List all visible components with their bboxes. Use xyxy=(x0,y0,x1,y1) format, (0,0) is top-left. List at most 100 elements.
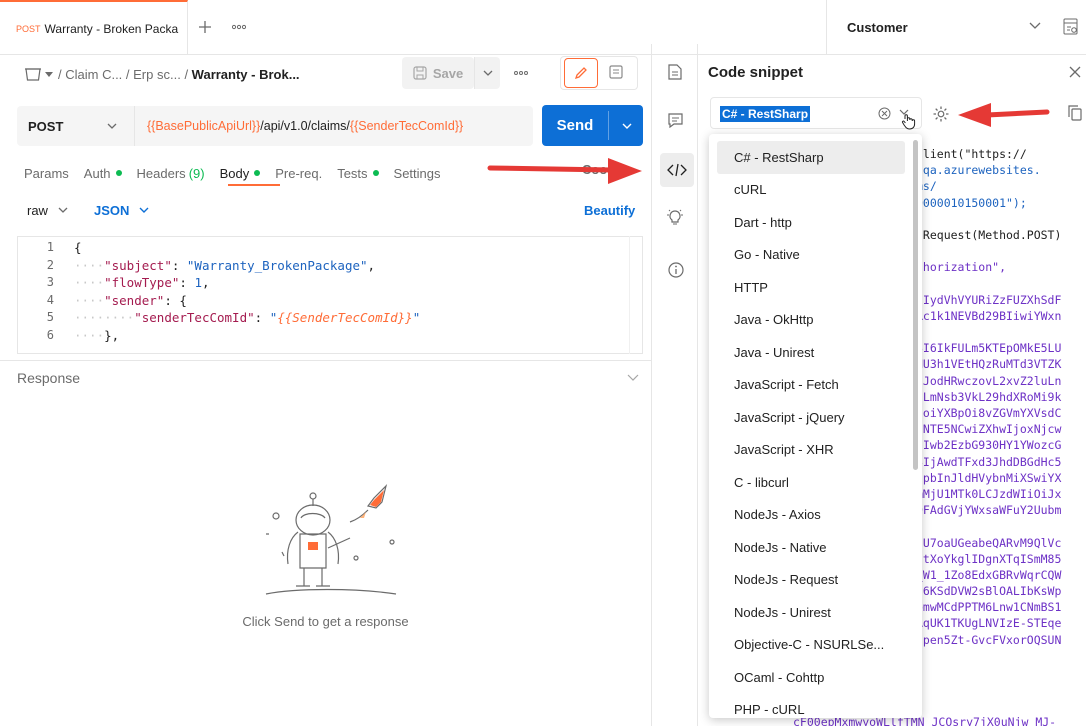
language-option[interactable]: NodeJs - Request xyxy=(717,564,905,597)
environment-quick-look-icon[interactable] xyxy=(1063,18,1079,36)
lightbulb-icon[interactable] xyxy=(667,209,683,227)
code-snippet-line xyxy=(916,211,1086,227)
code-snippet-line: thorization", xyxy=(916,260,1007,275)
language-option[interactable]: Go - Native xyxy=(717,239,905,272)
tab-params[interactable]: Params xyxy=(24,162,69,184)
collection-icon xyxy=(25,68,41,81)
save-icon xyxy=(413,66,427,80)
code-snippet-line: ms/ xyxy=(916,179,937,194)
more-actions-icon[interactable] xyxy=(514,70,528,76)
settings-gear-icon[interactable] xyxy=(932,105,950,123)
code-snippet-line: nIydVhVYURiZzFUZXhSdF xyxy=(916,292,1062,307)
language-option[interactable]: NodeJs - Axios xyxy=(717,499,905,532)
code-snippet-line: lJodHRwczovL2xvZ2luLn xyxy=(916,373,1062,388)
chevron-down-icon[interactable] xyxy=(1029,22,1041,30)
body-type-select[interactable]: raw xyxy=(17,197,83,223)
language-option[interactable]: JavaScript - Fetch xyxy=(717,369,905,402)
response-title: Response xyxy=(17,370,81,386)
comments-icon[interactable] xyxy=(668,113,683,128)
edit-mode-button[interactable] xyxy=(564,58,598,88)
language-option[interactable]: HTTP xyxy=(717,271,905,304)
language-option[interactable]: cURL xyxy=(717,174,905,207)
language-dropdown: C# - RestSharp cURL Dart - http Go - Native… xyxy=(709,134,922,718)
code-snippet-line: mMjU1MTk0LCJzdWIiOiJx xyxy=(916,486,1062,501)
environment-select[interactable]: Customer xyxy=(826,0,1048,55)
code-snippet-line: jpbInJldHVybnMiXSwiYX xyxy=(916,470,1062,485)
code-snippet-line: _W1_1Zo8EdxGBRvWqrCQW xyxy=(916,567,1062,582)
tab-settings[interactable]: Settings xyxy=(394,162,441,184)
generated-code[interactable]: Client("https:// -qa.azurewebsites. ms/000… xyxy=(916,146,1086,648)
send-label: Send xyxy=(556,117,594,134)
language-option[interactable]: Objective-C - NSURLSe... xyxy=(717,629,905,662)
language-option[interactable]: OCaml - Cohttp xyxy=(717,661,905,694)
save-options-button[interactable] xyxy=(474,57,500,89)
caret-down-icon[interactable] xyxy=(44,69,54,79)
code-snippet-line xyxy=(916,324,1086,340)
beautify-button[interactable]: Beautify xyxy=(584,197,635,223)
url-input[interactable]: {{BasePublicApiUrl}}/api/v1.0/claims/{{S… xyxy=(147,106,463,146)
chevron-down-icon xyxy=(58,207,68,213)
response-divider[interactable] xyxy=(0,360,651,361)
url-variable-base: {{BasePublicApiUrl}} xyxy=(147,119,261,133)
method-select[interactable]: POST xyxy=(17,106,135,146)
code-snippet-line: joiYXBpOi8vZGVmYXVsdC xyxy=(916,406,1062,420)
line-numbers: 1 2 3 4 5 6 xyxy=(46,240,54,342)
language-select[interactable]: JSON xyxy=(94,197,149,223)
more-tabs-icon[interactable] xyxy=(232,22,246,32)
code-snippet-line: SIjAwdTFxd3JhdDBGdHc5 xyxy=(916,454,1062,469)
body-editor[interactable]: 1 2 3 4 5 6 { ····"subject": "Warranty_B… xyxy=(17,236,643,354)
tab-method: POST xyxy=(16,23,41,34)
tab-prereq[interactable]: Pre-req. xyxy=(275,162,322,184)
language-option[interactable]: NodeJs - Native xyxy=(717,531,905,564)
language-option[interactable]: JavaScript - XHR xyxy=(717,434,905,467)
language-option[interactable]: Dart - http xyxy=(717,206,905,239)
documentation-icon[interactable] xyxy=(668,64,682,80)
chevron-down-icon xyxy=(139,207,149,213)
language-option[interactable]: Java - OkHttp xyxy=(717,304,905,337)
language-option[interactable]: JavaScript - jQuery xyxy=(717,401,905,434)
breadcrumb-request[interactable]: Warranty - Brok... xyxy=(192,67,300,82)
right-sidebar xyxy=(652,44,698,726)
new-tab-icon[interactable] xyxy=(197,19,213,35)
code-snippet-line: Client("https:// xyxy=(916,147,1027,161)
annotation-arrow-right xyxy=(487,158,642,184)
code-line: ····"subject": "Warranty_BrokenPackage", xyxy=(74,257,376,273)
environment-name: Customer xyxy=(847,20,908,35)
code-line: ····"sender": { xyxy=(74,292,187,308)
tab-auth[interactable]: Auth xyxy=(84,162,122,184)
code-snippet-line: omwMCdPPTM6Lnw1CNmBS1 xyxy=(916,600,1062,615)
copy-icon[interactable] xyxy=(1068,105,1082,121)
url-variable-sender: {{SenderTecComId}} xyxy=(349,119,464,133)
send-options-icon[interactable] xyxy=(622,123,632,130)
editor-scrollbar[interactable] xyxy=(629,236,643,354)
dropdown-scrollbar[interactable] xyxy=(913,140,918,470)
save-button[interactable]: Save xyxy=(402,57,474,89)
send-button[interactable]: Send xyxy=(542,105,643,146)
collapse-response-icon[interactable] xyxy=(627,374,639,382)
request-tab[interactable]: POST Warranty - Broken Packa xyxy=(0,0,188,55)
code-snippet-icon[interactable] xyxy=(660,153,694,187)
language-option[interactable]: C - libcurl xyxy=(717,466,905,499)
code-snippet-line xyxy=(916,518,1086,534)
documentation-mode-icon[interactable] xyxy=(609,65,623,79)
language-option[interactable]: Java - Unirest xyxy=(717,336,905,369)
tab-tests[interactable]: Tests xyxy=(337,162,379,184)
tab-headers[interactable]: Headers (9) xyxy=(137,162,205,184)
code-snippet-line: NU3h1VEtHQzRuMTd3VTZK xyxy=(916,357,1062,372)
pencil-icon xyxy=(574,67,587,80)
breadcrumb-collection[interactable]: Claim C... xyxy=(65,67,122,82)
code-snippet-line: lIwb2EzbG930HY1YWozcG xyxy=(916,438,1062,453)
tab-body[interactable]: Body xyxy=(220,162,261,184)
clear-icon[interactable] xyxy=(878,107,891,120)
code-snippet-line: AqUK1TKUgLNVIzE-STEqe xyxy=(916,616,1062,631)
language-option[interactable]: NodeJs - Unirest xyxy=(717,596,905,629)
info-icon[interactable] xyxy=(668,262,684,278)
code-snippet-line: dpen5Zt-GvcFVxorOQSUN xyxy=(916,632,1062,647)
breadcrumb-folder[interactable]: Erp sc... xyxy=(133,67,181,82)
chevron-down-icon[interactable] xyxy=(899,109,917,131)
code-line: ········"senderTecComId": "{{SenderTecCo… xyxy=(74,310,421,325)
language-option[interactable]: C# - RestSharp xyxy=(717,141,905,174)
close-icon[interactable] xyxy=(1069,66,1081,78)
code-line: ····"flowType": 1, xyxy=(74,275,210,290)
language-option[interactable]: PHP - cURL xyxy=(717,694,905,719)
